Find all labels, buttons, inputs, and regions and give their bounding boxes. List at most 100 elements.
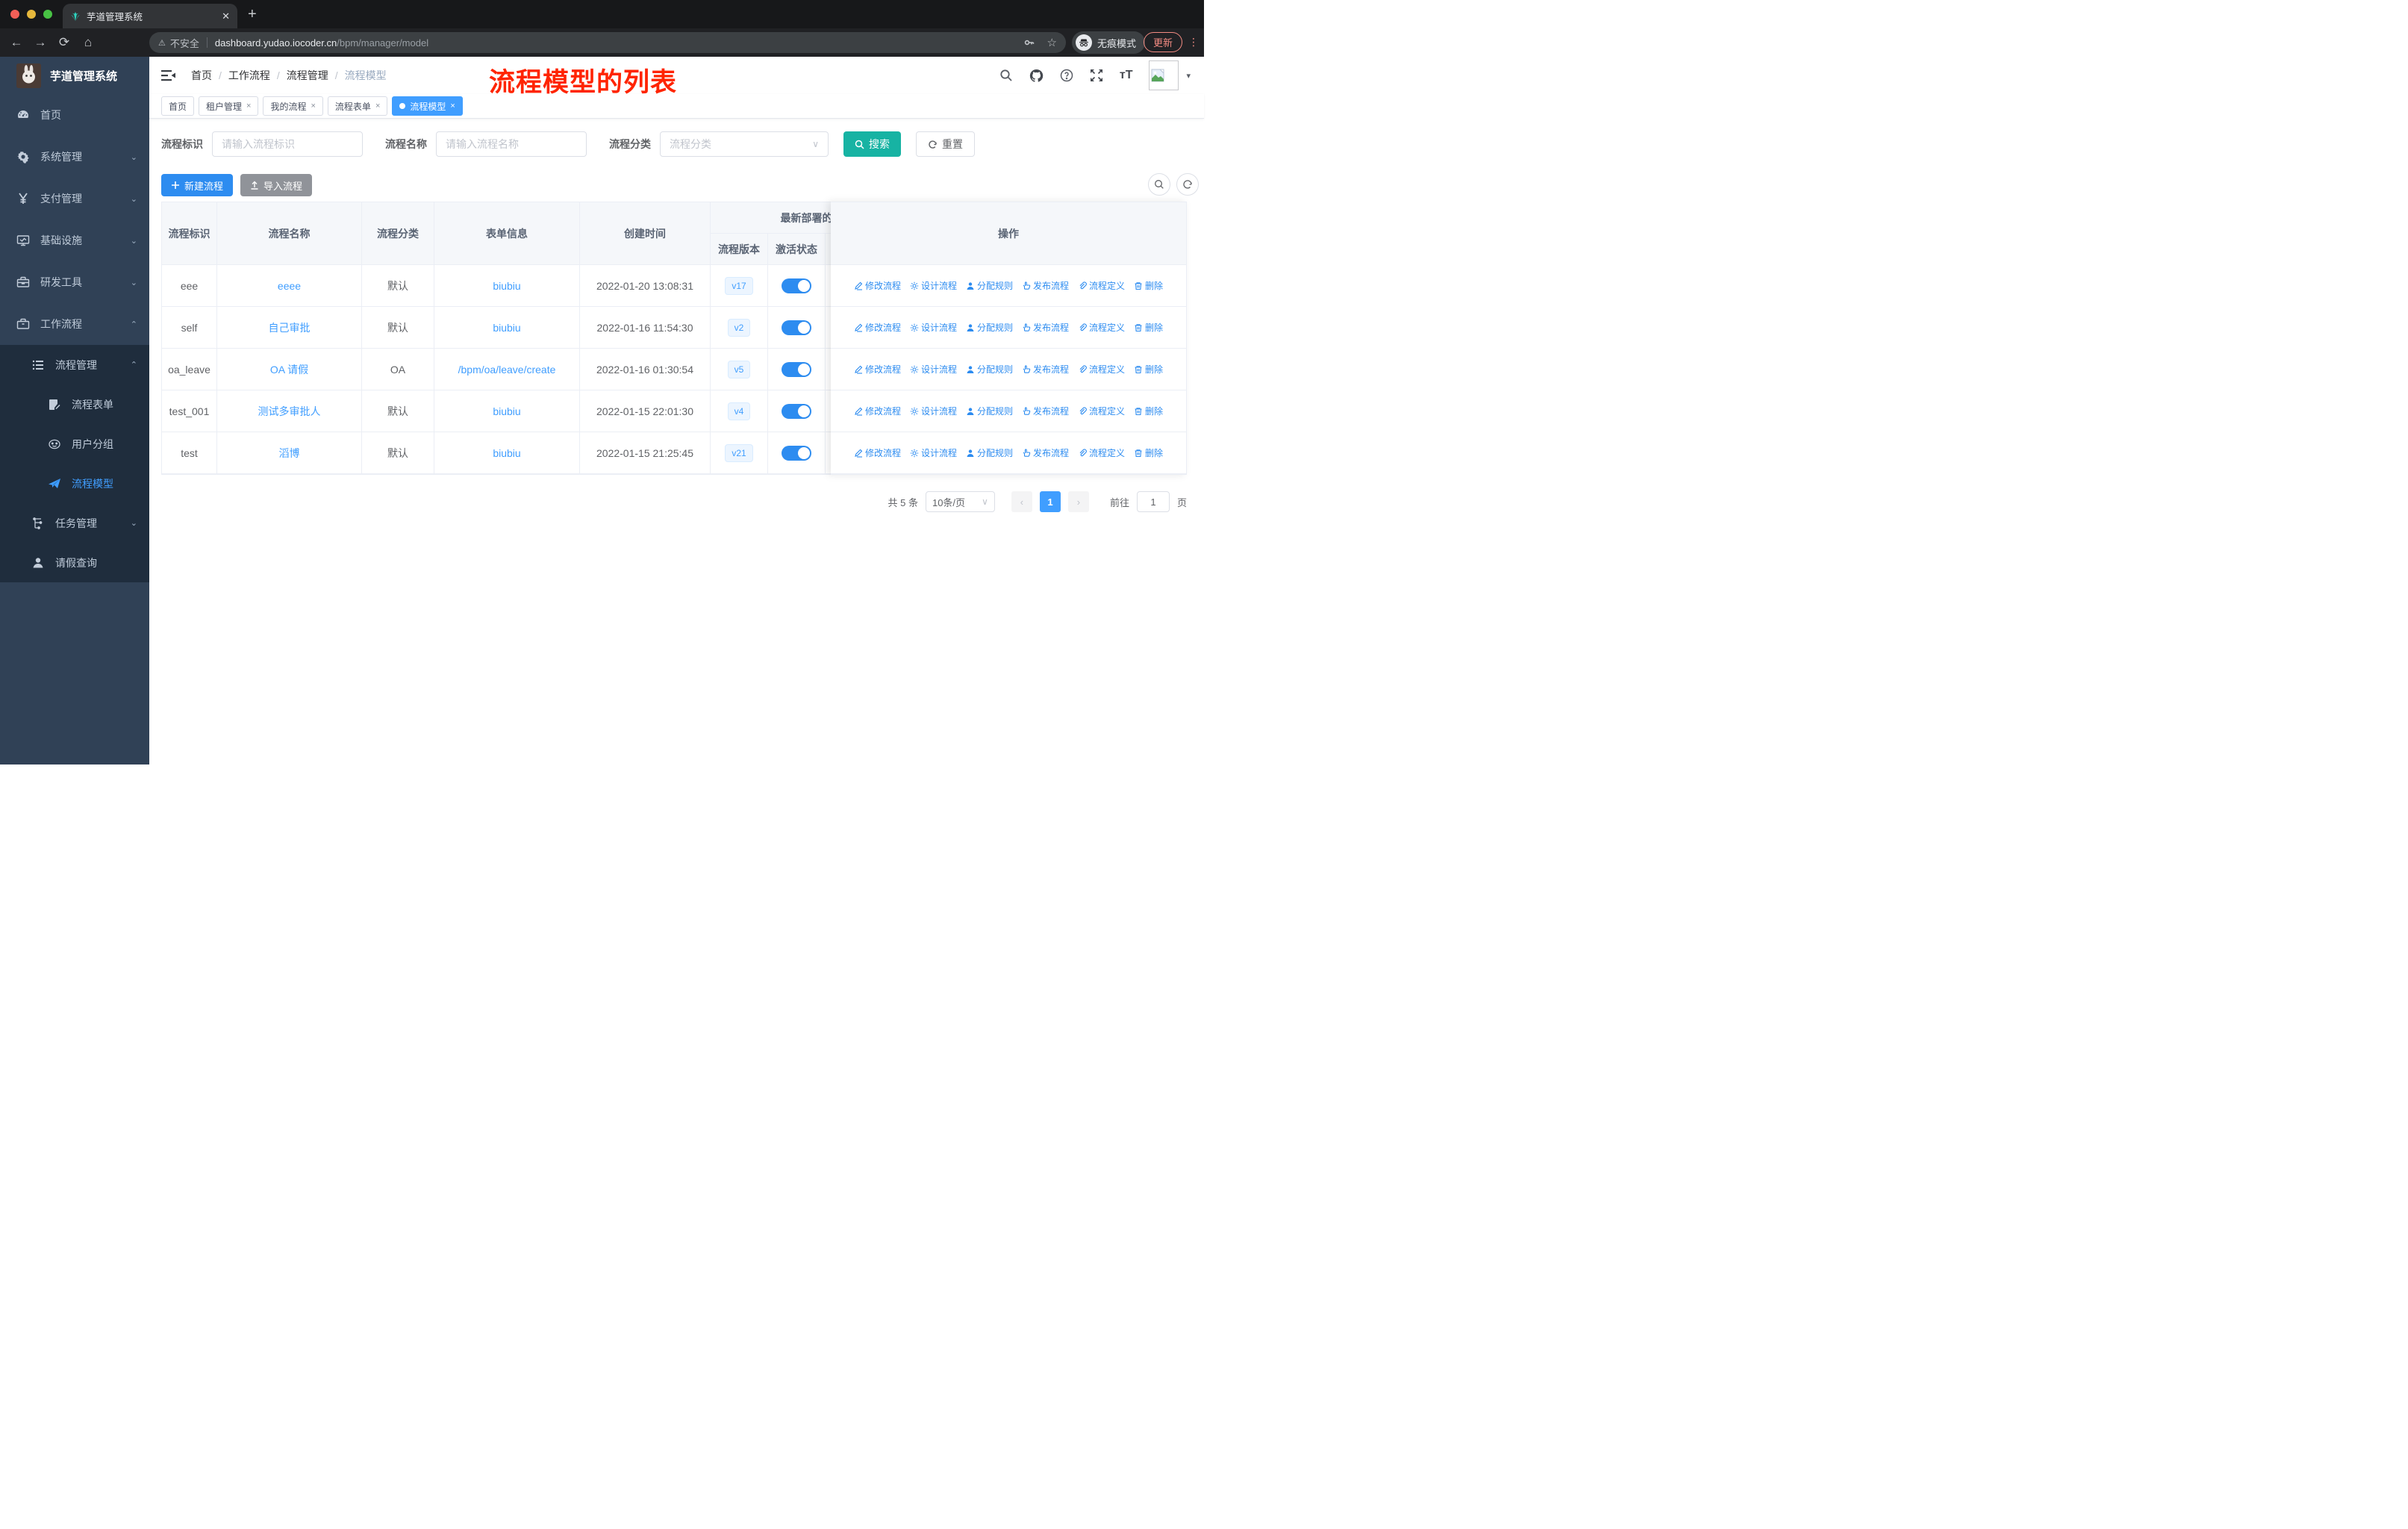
sidebar-item-user-group[interactable]: 用户分组 xyxy=(0,424,149,464)
active-toggle[interactable] xyxy=(782,278,811,293)
github-icon[interactable] xyxy=(1029,69,1044,83)
form-info-link[interactable]: biubiu xyxy=(493,280,520,292)
publish-process-link[interactable]: 发布流程 xyxy=(1022,446,1069,459)
process-category-select[interactable]: 流程分类 ∨ xyxy=(660,131,829,157)
goto-page-input[interactable] xyxy=(1136,491,1170,512)
sidebar-item-infra[interactable]: 基础设施 ⌄ xyxy=(0,219,149,261)
edit-process-link[interactable]: 修改流程 xyxy=(854,321,901,334)
sidebar-item-leave-query[interactable]: 请假查询 xyxy=(0,543,149,582)
version-badge[interactable]: v5 xyxy=(727,360,751,379)
assign-rule-link[interactable]: 分配规则 xyxy=(966,279,1013,292)
new-tab-button[interactable]: + xyxy=(248,6,257,23)
next-page-button[interactable]: › xyxy=(1067,491,1089,512)
tag-my-process[interactable]: 我的流程 × xyxy=(263,96,323,116)
password-key-icon[interactable] xyxy=(1023,37,1035,49)
font-size-icon[interactable]: ᴛT xyxy=(1120,69,1133,82)
reset-button[interactable]: 重置 xyxy=(916,131,975,157)
process-name-link[interactable]: 测试多审批人 xyxy=(258,404,321,419)
delete-link[interactable]: 删除 xyxy=(1134,321,1163,334)
breadcrumb-home[interactable]: 首页 xyxy=(191,68,212,83)
tab-close-icon[interactable]: ✕ xyxy=(222,10,230,22)
current-page-button[interactable]: 1 xyxy=(1039,491,1061,512)
tag-process-model-active[interactable]: 流程模型 × xyxy=(392,96,463,116)
sidebar-item-system[interactable]: 系统管理 ⌄ xyxy=(0,136,149,178)
close-icon[interactable]: × xyxy=(450,102,455,110)
sidebar-item-process-model[interactable]: 流程模型 xyxy=(0,464,149,503)
edit-process-link[interactable]: 修改流程 xyxy=(854,446,901,459)
sidebar-item-workflow[interactable]: 工作流程 ⌃ xyxy=(0,303,149,345)
assign-rule-link[interactable]: 分配规则 xyxy=(966,363,1013,376)
show-search-icon[interactable] xyxy=(1148,173,1170,196)
help-icon[interactable] xyxy=(1060,69,1073,82)
version-badge[interactable]: v2 xyxy=(727,318,751,337)
active-toggle[interactable] xyxy=(782,361,811,377)
process-definition-link[interactable]: 流程定义 xyxy=(1078,279,1125,292)
home-icon[interactable]: ⌂ xyxy=(76,35,100,50)
window-minimize-button[interactable] xyxy=(27,10,36,19)
back-icon[interactable]: ← xyxy=(4,35,28,50)
close-icon[interactable]: × xyxy=(375,102,380,110)
assign-rule-link[interactable]: 分配规则 xyxy=(966,405,1013,417)
publish-process-link[interactable]: 发布流程 xyxy=(1022,279,1069,292)
search-icon[interactable] xyxy=(999,69,1013,82)
process-definition-link[interactable]: 流程定义 xyxy=(1078,405,1125,417)
design-process-link[interactable]: 设计流程 xyxy=(910,405,957,417)
chrome-update-button[interactable]: 更新 xyxy=(1144,32,1183,52)
import-process-button[interactable]: 导入流程 xyxy=(240,174,313,196)
version-badge[interactable]: v21 xyxy=(725,443,753,462)
window-close-button[interactable] xyxy=(10,10,19,19)
active-toggle[interactable] xyxy=(782,403,811,419)
avatar[interactable] xyxy=(1149,60,1179,90)
edit-process-link[interactable]: 修改流程 xyxy=(854,363,901,376)
breadcrumb-process-manage[interactable]: 流程管理 xyxy=(287,68,328,83)
process-definition-link[interactable]: 流程定义 xyxy=(1078,446,1125,459)
edit-process-link[interactable]: 修改流程 xyxy=(854,405,901,417)
chrome-menu-icon[interactable]: ⋮ xyxy=(1188,36,1199,49)
process-definition-link[interactable]: 流程定义 xyxy=(1078,363,1125,376)
assign-rule-link[interactable]: 分配规则 xyxy=(966,446,1013,459)
sidebar-item-task-manage[interactable]: 任务管理 ⌄ xyxy=(0,503,149,543)
sidebar-item-payment[interactable]: 支付管理 ⌄ xyxy=(0,178,149,219)
address-bar[interactable]: ⚠ 不安全 dashboard.yudao.iocoder.cn/bpm/man… xyxy=(149,32,1066,53)
form-info-link[interactable]: /bpm/oa/leave/create xyxy=(458,364,556,376)
design-process-link[interactable]: 设计流程 xyxy=(910,446,957,459)
active-toggle[interactable] xyxy=(782,320,811,335)
fullscreen-icon[interactable] xyxy=(1090,69,1103,82)
create-process-button[interactable]: 新建流程 xyxy=(161,174,234,196)
breadcrumb-workflow[interactable]: 工作流程 xyxy=(228,68,270,83)
publish-process-link[interactable]: 发布流程 xyxy=(1022,405,1069,417)
prev-page-button[interactable]: ‹ xyxy=(1011,491,1032,512)
delete-link[interactable]: 删除 xyxy=(1134,405,1163,417)
form-info-link[interactable]: biubiu xyxy=(493,405,520,417)
form-info-link[interactable]: biubiu xyxy=(493,322,520,334)
process-name-link[interactable]: eeee xyxy=(278,280,301,292)
delete-link[interactable]: 删除 xyxy=(1134,279,1163,292)
form-info-link[interactable]: biubiu xyxy=(493,447,520,459)
sidebar-item-process-form[interactable]: 流程表单 xyxy=(0,384,149,424)
process-name-link[interactable]: OA 请假 xyxy=(270,362,308,377)
process-definition-link[interactable]: 流程定义 xyxy=(1078,321,1125,334)
refresh-table-icon[interactable] xyxy=(1176,173,1199,196)
window-zoom-button[interactable] xyxy=(43,10,52,19)
design-process-link[interactable]: 设计流程 xyxy=(910,279,957,292)
close-icon[interactable]: × xyxy=(311,102,315,110)
process-name-link[interactable]: 滔博 xyxy=(279,446,300,461)
process-name-input[interactable] xyxy=(436,131,587,157)
edit-process-link[interactable]: 修改流程 xyxy=(854,279,901,292)
publish-process-link[interactable]: 发布流程 xyxy=(1022,321,1069,334)
design-process-link[interactable]: 设计流程 xyxy=(910,363,957,376)
delete-link[interactable]: 删除 xyxy=(1134,363,1163,376)
process-name-link[interactable]: 自己审批 xyxy=(269,320,311,335)
caret-down-icon[interactable]: ▾ xyxy=(1186,71,1191,81)
publish-process-link[interactable]: 发布流程 xyxy=(1022,363,1069,376)
tag-home[interactable]: 首页 xyxy=(161,96,195,116)
sidebar-item-process-manage[interactable]: 流程管理 ⌃ xyxy=(0,345,149,384)
delete-link[interactable]: 删除 xyxy=(1134,446,1163,459)
page-size-select[interactable]: 10条/页 ∨ xyxy=(925,491,995,512)
search-button[interactable]: 搜索 xyxy=(843,131,901,157)
sidebar-item-devtools[interactable]: 研发工具 ⌄ xyxy=(0,261,149,303)
tag-process-form[interactable]: 流程表单 × xyxy=(327,96,388,116)
assign-rule-link[interactable]: 分配规则 xyxy=(966,321,1013,334)
design-process-link[interactable]: 设计流程 xyxy=(910,321,957,334)
close-icon[interactable]: × xyxy=(246,102,251,110)
